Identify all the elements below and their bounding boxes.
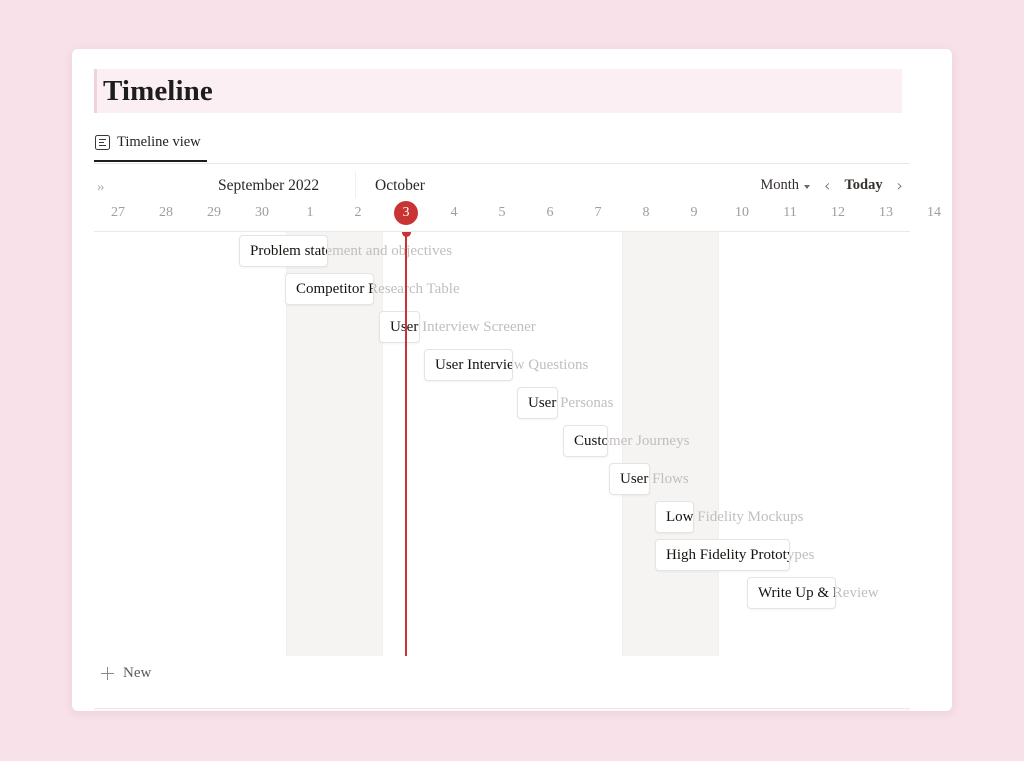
add-new-task-label: New <box>123 665 152 681</box>
title-accent-bar <box>94 69 97 113</box>
timeline-task-row: Low Fidelity MockupsLow Fidelity Mockups <box>94 498 910 536</box>
timeline-task-row: User PersonasUser Personas <box>94 384 910 422</box>
page-title-container: Timeline <box>94 69 902 113</box>
toolbar-controls: Month ‹ Today › <box>753 174 910 197</box>
timeline-task-row: High Fidelity PrototypesHigh Fidelity Pr… <box>94 536 910 574</box>
timeline-task-row: User Interview ScreenerUser Interview Sc… <box>94 308 910 346</box>
timeline-app-card: Timeline Timeline view » September 2022 … <box>72 49 952 711</box>
month-divider <box>355 171 356 198</box>
zoom-level-selector[interactable]: Month <box>753 174 817 197</box>
chevron-down-icon <box>804 184 811 189</box>
day-header-cell[interactable]: 9 <box>670 201 718 225</box>
timeline-grid: Problem statement and objectives Problem … <box>94 231 910 656</box>
task-bar-label: Problem statement and objectives <box>250 243 327 259</box>
day-header-cell[interactable]: 6 <box>526 201 574 225</box>
task-bar[interactable]: Write Up & Review <box>747 577 836 609</box>
add-new-task-button[interactable]: New <box>94 655 910 692</box>
month-label-october: October <box>375 177 425 194</box>
zoom-level-label: Month <box>760 177 800 193</box>
tab-timeline-view[interactable]: Timeline view <box>94 124 207 162</box>
task-bar-label: User Personas <box>528 395 557 411</box>
task-bar-label: Customer Journeys <box>574 433 607 449</box>
day-header-cell[interactable]: 1 <box>286 201 334 225</box>
task-bar[interactable]: Customer Journeys <box>563 425 608 457</box>
timeline-task-row: Problem statement and objectives Problem … <box>94 232 910 270</box>
today-indicator-line <box>405 232 407 656</box>
task-bar[interactable]: User Interview Questions <box>424 349 513 381</box>
day-header-cell[interactable]: 8 <box>622 201 670 225</box>
prev-period-button[interactable]: ‹ <box>817 176 837 196</box>
day-header-cell[interactable]: 30 <box>238 201 286 225</box>
tab-timeline-view-label: Timeline view <box>117 133 201 150</box>
today-button[interactable]: Today <box>837 174 889 197</box>
timeline-task-row: Competitor Research TableCompetitor Rese… <box>94 270 910 308</box>
day-header-cell[interactable]: 14 <box>910 201 952 225</box>
timeline-task-row: User Interview QuestionsUser Interview Q… <box>94 346 910 384</box>
day-header-cell[interactable]: 7 <box>574 201 622 225</box>
task-bar[interactable]: Problem statement and objectives <box>239 235 328 267</box>
day-header-cell[interactable]: 5 <box>478 201 526 225</box>
task-bar-label: Low Fidelity Mockups <box>666 509 694 525</box>
day-header-cell[interactable]: 27 <box>94 201 142 225</box>
double-chevron-right-icon[interactable]: » <box>97 180 104 195</box>
day-header-cell[interactable]: 13 <box>862 201 910 225</box>
horizontal-scrollbar[interactable] <box>94 708 910 711</box>
task-bar[interactable]: Low Fidelity Mockups <box>655 501 694 533</box>
task-bar-label: High Fidelity Prototypes <box>666 547 789 563</box>
next-period-button[interactable]: › <box>890 176 910 196</box>
day-header-cell[interactable]: 11 <box>766 201 814 225</box>
day-header-cell[interactable]: 10 <box>718 201 766 225</box>
view-tab-bar: Timeline view <box>94 124 910 164</box>
task-bar-label: User Interview Questions <box>435 357 512 373</box>
day-header-cell[interactable]: 29 <box>190 201 238 225</box>
task-bar[interactable]: User Flows <box>609 463 650 495</box>
task-bar[interactable]: User Personas <box>517 387 558 419</box>
timeline-task-row: User FlowsUser Flows <box>94 460 910 498</box>
timeline-task-row: Write Up & ReviewWrite Up & Review <box>94 574 910 612</box>
day-header-cell[interactable]: 4 <box>430 201 478 225</box>
day-header-cell[interactable]: 28 <box>142 201 190 225</box>
day-header-cell[interactable]: 3 <box>382 201 430 225</box>
document-list-icon <box>95 134 110 150</box>
task-bar-label: Competitor Research Table <box>296 281 373 297</box>
task-bar-label: Write Up & Review <box>758 585 835 601</box>
page-title: Timeline <box>103 74 213 107</box>
calendar-day-header: 27 28 29 30 1 2 3 4 5 6 7 8 9 10 11 12 13 14 <box>94 201 941 231</box>
day-header-cell[interactable]: 2 <box>334 201 382 225</box>
task-bar[interactable]: Competitor Research Table <box>285 273 374 305</box>
timeline-task-row: Customer JourneysCustomer Journeys <box>94 422 910 460</box>
day-header-cell[interactable]: 12 <box>814 201 862 225</box>
month-label-september: September 2022 <box>218 177 320 194</box>
task-bar[interactable]: High Fidelity Prototypes <box>655 539 790 571</box>
today-indicator-dot <box>401 232 411 237</box>
task-bar[interactable]: User Interview Screener <box>379 311 420 343</box>
task-bar-label: User Flows <box>620 471 649 487</box>
plus-icon <box>101 667 114 680</box>
